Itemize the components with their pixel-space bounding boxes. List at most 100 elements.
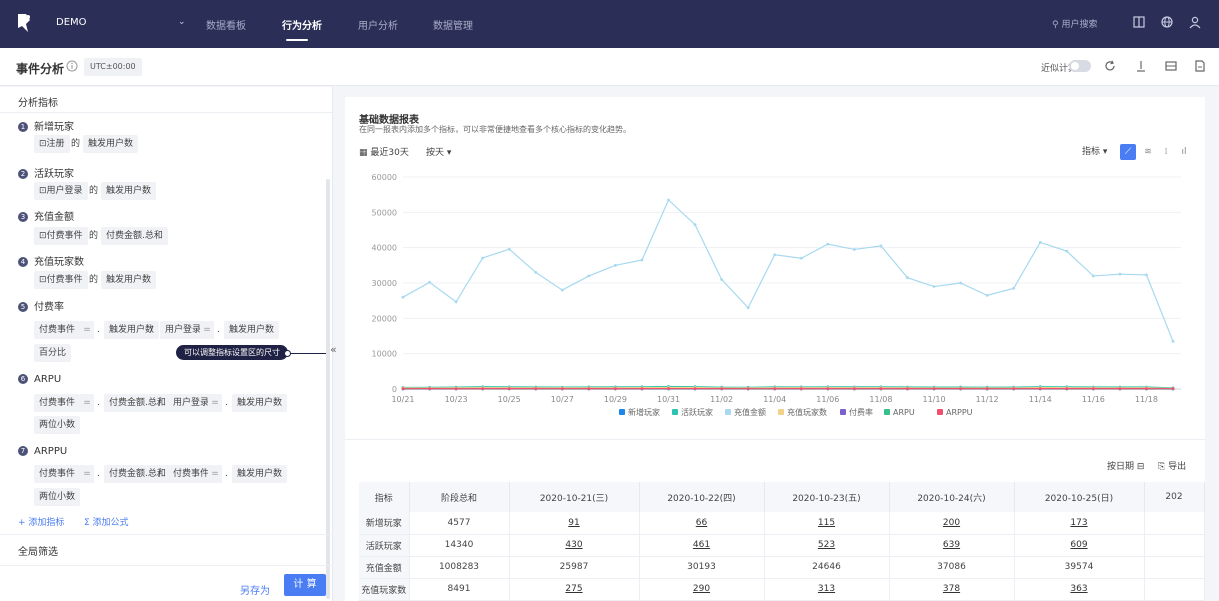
column-header[interactable]: 2020-10-23(五) xyxy=(764,482,890,512)
data-table: 指标 阶段总和 2020-10-21(三) 2020-10-22(四) 2020-10-… xyxy=(359,482,1205,601)
event-select[interactable]: ⊡付费事件 xyxy=(34,227,88,245)
table-cell[interactable]: 313 xyxy=(764,578,890,601)
scatter-view-icon[interactable]: ⁞ xyxy=(1158,144,1174,160)
metric-filter-select[interactable]: 指标 ▾ xyxy=(1082,144,1107,160)
add-metric-button[interactable]: + 添加指标 xyxy=(18,515,64,528)
nav-tab-dashboard[interactable]: 数据看板 xyxy=(206,17,246,32)
metric-2-title[interactable]: 2 活跃玩家 xyxy=(18,165,74,180)
equals-icon[interactable]: = xyxy=(80,321,94,339)
y-tick-label: 0 xyxy=(392,385,397,394)
column-header[interactable]: 阶段总和 xyxy=(409,482,510,512)
column-header[interactable]: 2020-10-21(三) xyxy=(509,482,640,512)
panel-scrollbar[interactable] xyxy=(326,179,330,599)
table-row: 充值金额 1008283 25987 30193 24646 37086 39574 xyxy=(359,556,1205,579)
format-select[interactable]: 两位小数 xyxy=(34,416,81,434)
formula-7-title[interactable]: 7 ARPPU xyxy=(18,446,67,457)
logo-icon[interactable] xyxy=(14,12,34,34)
bar-chart-view-icon[interactable]: ıl xyxy=(1176,144,1192,160)
table-cell[interactable]: 639 xyxy=(889,534,1015,557)
report-save-icon[interactable] xyxy=(1193,59,1207,73)
of-label: 的 xyxy=(71,139,81,149)
format-select[interactable]: 两位小数 xyxy=(34,488,81,506)
table-cell[interactable]: 66 xyxy=(639,512,765,535)
table-cell[interactable]: 290 xyxy=(639,578,765,601)
formula-measure-b[interactable]: 触发用户数 xyxy=(224,321,280,339)
user-search[interactable]: ⚲ 用户搜索 xyxy=(1052,17,1097,30)
table-cell[interactable]: 91 xyxy=(509,512,640,535)
column-header[interactable]: 2020-10-24(六) xyxy=(889,482,1015,512)
table-cell[interactable]: 275 xyxy=(509,578,640,601)
table-cell[interactable]: 173 xyxy=(1014,512,1145,535)
formula-6-title[interactable]: 6 ARPU xyxy=(18,374,61,385)
column-header[interactable]: 202 xyxy=(1144,482,1205,512)
x-tick-label: 11/04 xyxy=(763,395,786,404)
save-as-button[interactable]: 另存为 xyxy=(240,582,270,597)
line-chart-view-icon[interactable]: ⟋ xyxy=(1120,144,1136,160)
event-select[interactable]: ⊡用户登录 xyxy=(34,182,88,200)
metric-1-title[interactable]: 1 新增玩家 xyxy=(18,118,74,133)
formula-event-a[interactable]: 付费事件 xyxy=(34,465,81,483)
dashboard-add-icon[interactable] xyxy=(1164,59,1178,73)
granularity-select[interactable]: 按天 ▾ xyxy=(426,145,451,161)
formula-measure-b[interactable]: 触发用户数 xyxy=(232,465,288,483)
equals-icon[interactable]: = xyxy=(80,394,94,412)
measure-select[interactable]: 触发用户数 xyxy=(101,182,157,200)
measure-select[interactable]: 付费金额.总和 xyxy=(101,227,168,245)
table-cell[interactable]: 430 xyxy=(509,534,640,557)
table-cell[interactable]: 609 xyxy=(1014,534,1145,557)
export-button[interactable]: ⎘ 导出 xyxy=(1158,459,1186,472)
metric-4-title[interactable]: 4 充值玩家数 xyxy=(18,253,84,268)
table-cell[interactable]: 363 xyxy=(1014,578,1145,601)
project-name[interactable]: DEMO xyxy=(56,17,87,28)
table-cell[interactable]: 115 xyxy=(764,512,890,535)
equals-icon[interactable]: = xyxy=(200,321,214,339)
globe-icon[interactable] xyxy=(1159,14,1175,30)
event-select[interactable]: ⊡付费事件 xyxy=(34,271,88,289)
data-point xyxy=(826,387,830,391)
table-cell[interactable]: 461 xyxy=(639,534,765,557)
by-date-toggle[interactable]: 按日期 ⊟ xyxy=(1107,459,1144,472)
formula-event-a[interactable]: 付费事件 xyxy=(34,321,81,339)
column-header[interactable]: 2020-10-25(日) xyxy=(1014,482,1145,512)
column-header[interactable]: 2020-10-22(四) xyxy=(639,482,765,512)
add-formula-button[interactable]: Σ 添加公式 xyxy=(84,515,129,528)
metric-3-title[interactable]: 3 充值金额 xyxy=(18,208,74,223)
table-cell[interactable]: 200 xyxy=(889,512,1015,535)
event-select[interactable]: ⊡注册 xyxy=(34,135,70,153)
collapse-panel-icon[interactable]: « xyxy=(330,343,337,356)
timezone-badge[interactable]: UTC±00:00 xyxy=(84,58,142,76)
formula-measure-b[interactable]: 触发用户数 xyxy=(232,394,288,412)
nav-tab-data[interactable]: 数据管理 xyxy=(433,17,473,32)
measure-select[interactable]: 触发用户数 xyxy=(83,135,139,153)
equals-icon[interactable]: = xyxy=(208,465,222,483)
data-point xyxy=(428,280,431,284)
equals-icon[interactable]: = xyxy=(208,394,222,412)
user-icon[interactable] xyxy=(1187,14,1203,30)
measure-select[interactable]: 触发用户数 xyxy=(101,271,157,289)
date-range-picker[interactable]: ▦ 最近30天 xyxy=(359,145,409,161)
global-filter-heading[interactable]: 全局筛选 xyxy=(18,543,58,558)
table-cell[interactable]: 523 xyxy=(764,534,890,557)
chevron-down-icon[interactable]: ⌄ xyxy=(178,17,186,27)
info-icon[interactable] xyxy=(66,60,78,72)
divide-operator[interactable]: / xyxy=(158,465,161,483)
divide-operator[interactable]: / xyxy=(158,394,161,412)
table-cell[interactable]: 378 xyxy=(889,578,1015,601)
calculate-button[interactable]: 计 算 xyxy=(284,574,326,596)
table-row: 活跃玩家 14340 430 461 523 639 609 xyxy=(359,534,1205,557)
approx-calc-toggle[interactable] xyxy=(1069,60,1091,72)
refresh-icon[interactable] xyxy=(1103,59,1117,73)
download-icon[interactable] xyxy=(1134,59,1148,73)
nav-tab-users[interactable]: 用户分析 xyxy=(358,17,398,32)
docs-icon[interactable] xyxy=(1131,14,1147,30)
formula-5-title[interactable]: 5 付费率 xyxy=(18,298,64,313)
column-header[interactable]: 指标 xyxy=(359,482,410,512)
legend-swatch xyxy=(778,409,784,415)
divide-operator[interactable]: / xyxy=(150,321,153,339)
formula-event-a[interactable]: 付费事件 xyxy=(34,394,81,412)
legend-label: ARPPU xyxy=(946,408,973,417)
format-select[interactable]: 百分比 xyxy=(34,344,72,362)
area-chart-view-icon[interactable]: ≋ xyxy=(1140,144,1156,160)
nav-tab-behavior[interactable]: 行为分析 xyxy=(282,17,322,32)
equals-icon[interactable]: = xyxy=(80,465,94,483)
